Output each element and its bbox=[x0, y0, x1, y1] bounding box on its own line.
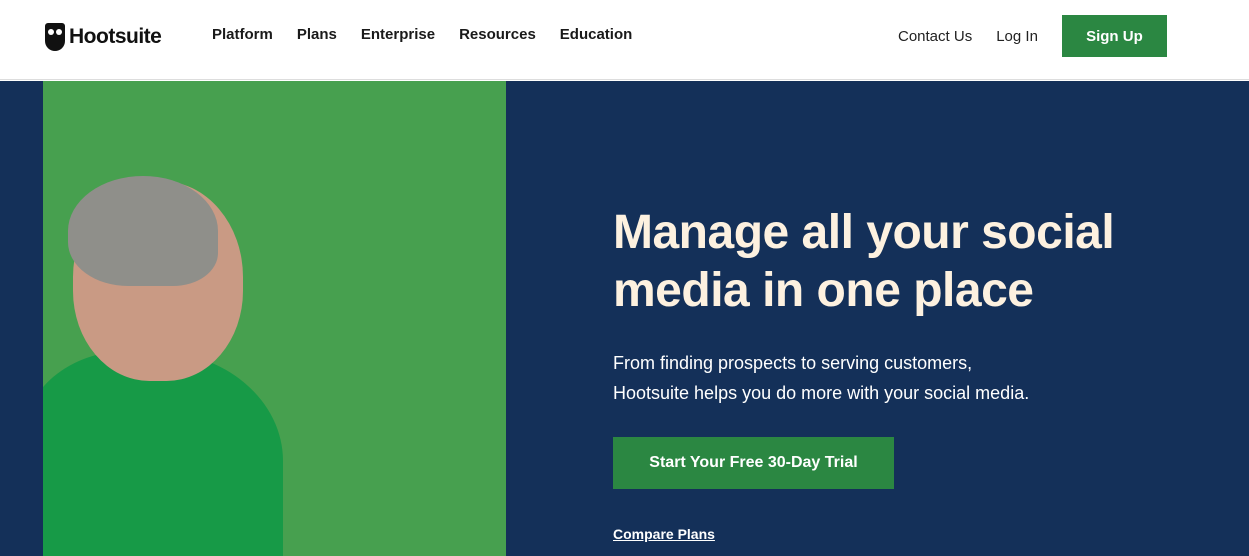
nav-actions: Contact Us Log In Sign Up bbox=[898, 15, 1167, 57]
owl-logo-icon bbox=[45, 23, 65, 51]
person-hair bbox=[68, 176, 218, 286]
hootsuite-logo[interactable]: Hootsuite bbox=[45, 23, 162, 51]
nav-plans[interactable]: Plans bbox=[297, 26, 337, 43]
nav-enterprise[interactable]: Enterprise bbox=[361, 26, 435, 43]
hero-image bbox=[43, 81, 506, 556]
contact-us-link[interactable]: Contact Us bbox=[898, 28, 972, 45]
log-in-link[interactable]: Log In bbox=[996, 28, 1038, 45]
top-nav: Hootsuite Platform Plans Enterprise Reso… bbox=[0, 0, 1249, 80]
hero-subtitle: From finding prospects to serving custom… bbox=[613, 348, 1113, 408]
main-menu: Platform Plans Enterprise Resources Educ… bbox=[212, 26, 632, 43]
nav-platform[interactable]: Platform bbox=[212, 26, 273, 43]
start-trial-button[interactable]: Start Your Free 30-Day Trial bbox=[613, 437, 894, 489]
hero-title: Manage all your social media in one plac… bbox=[613, 206, 1115, 317]
compare-plans-link[interactable]: Compare Plans bbox=[613, 526, 715, 542]
subtitle-line: From finding prospects to serving custom… bbox=[613, 353, 973, 373]
hero-section: Manage all your social media in one plac… bbox=[0, 81, 1249, 556]
logo-text: Hootsuite bbox=[69, 25, 162, 48]
sign-up-button[interactable]: Sign Up bbox=[1061, 15, 1167, 57]
person-jacket bbox=[43, 351, 283, 556]
nav-education[interactable]: Education bbox=[560, 26, 633, 43]
subtitle-line: Hootsuite helps you do more with your so… bbox=[613, 383, 1030, 403]
nav-resources[interactable]: Resources bbox=[459, 26, 536, 43]
